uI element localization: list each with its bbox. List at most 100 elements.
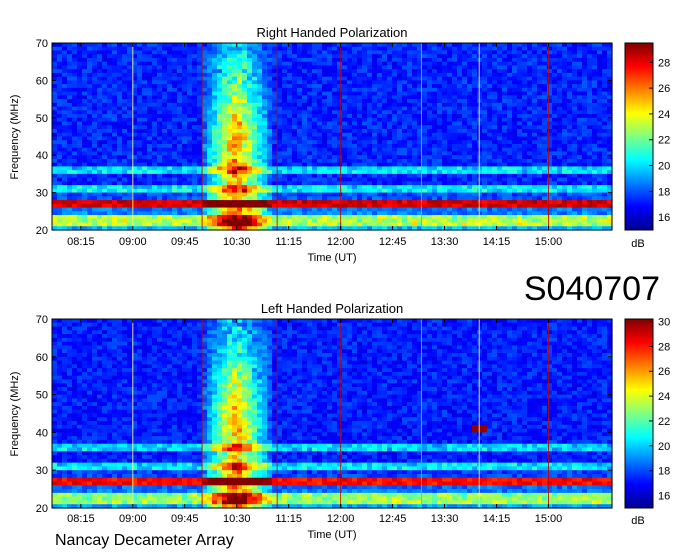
heatmap-cell xyxy=(562,69,568,74)
heatmap-cell xyxy=(457,177,463,182)
heatmap-cell xyxy=(232,106,238,111)
heatmap-cell xyxy=(287,158,293,164)
heatmap-cell xyxy=(177,132,183,138)
heatmap-cell xyxy=(422,203,428,209)
heatmap-cell xyxy=(432,50,438,55)
heatmap-cell xyxy=(327,177,333,182)
heatmap-cell xyxy=(442,65,448,70)
heatmap-cell xyxy=(387,102,393,108)
heatmap-cell xyxy=(52,185,58,190)
heatmap-cell xyxy=(602,143,608,149)
heatmap-cell xyxy=(447,188,453,194)
heatmap-cell xyxy=(487,140,493,145)
heatmap-cell xyxy=(552,196,558,201)
heatmap-cell xyxy=(217,132,223,138)
heatmap-cell xyxy=(162,106,168,111)
heatmap-cell xyxy=(322,147,328,153)
heatmap-cell xyxy=(67,50,73,55)
heatmap-cell xyxy=(202,177,208,182)
heatmap-cell xyxy=(517,147,523,153)
heatmap-cell xyxy=(92,162,98,168)
heatmap-cell xyxy=(257,143,263,149)
heatmap-cell xyxy=(167,84,173,89)
heatmap-cell xyxy=(307,181,313,186)
heatmap-cell xyxy=(457,110,463,115)
heatmap-cell xyxy=(152,173,158,179)
heatmap-cell xyxy=(97,151,103,156)
heatmap-cell xyxy=(582,203,588,209)
heatmap-cell xyxy=(517,106,523,111)
heatmap-cell xyxy=(262,69,268,74)
heatmap-cell xyxy=(552,46,558,52)
heatmap-cell xyxy=(482,69,488,74)
heatmap-cell xyxy=(552,114,558,119)
heatmap-cell xyxy=(222,84,228,89)
heatmap-cell xyxy=(312,54,318,59)
heatmap-cell xyxy=(387,143,393,149)
heatmap-cell xyxy=(482,155,488,160)
heatmap-cell xyxy=(392,110,398,115)
heatmap-cell xyxy=(602,132,608,138)
heatmap-cell xyxy=(352,196,358,201)
heatmap-cell xyxy=(137,188,143,194)
heatmap-cell xyxy=(487,147,493,153)
heatmap-cell xyxy=(342,80,348,85)
heatmap-cell xyxy=(207,166,213,171)
heatmap-cell xyxy=(232,129,238,134)
heatmap-cell xyxy=(102,125,108,130)
heatmap-cell xyxy=(92,69,98,74)
heatmap-cell xyxy=(477,162,483,168)
heatmap-cell xyxy=(552,57,558,63)
heatmap-cell xyxy=(357,166,363,171)
heatmap-cell xyxy=(457,181,463,186)
heatmap-cell xyxy=(457,192,463,197)
heatmap-cell xyxy=(237,173,243,179)
heatmap-cell xyxy=(217,155,223,160)
heatmap-cell xyxy=(347,181,353,186)
heatmap-cell xyxy=(412,121,418,126)
heatmap-cell xyxy=(242,132,248,138)
heatmap-cell xyxy=(207,151,213,156)
heatmap-cell xyxy=(437,46,443,52)
heatmap-cell xyxy=(252,140,258,145)
heatmap-cell xyxy=(167,76,173,81)
heatmap-cell xyxy=(87,166,93,171)
heatmap-cell xyxy=(192,95,198,100)
heatmap-cell xyxy=(162,80,168,85)
heatmap-cell xyxy=(442,140,448,145)
heatmap-cell xyxy=(122,65,128,70)
heatmap-cell xyxy=(292,147,298,153)
heatmap-cell xyxy=(267,207,273,212)
heatmap-cell xyxy=(122,61,128,67)
heatmap-cell xyxy=(452,46,458,52)
heatmap-cell xyxy=(127,203,133,209)
heatmap-cell xyxy=(107,203,113,209)
heatmap-cell xyxy=(427,173,433,179)
heatmap-cell xyxy=(97,181,103,186)
heatmap-cell xyxy=(452,170,458,175)
heatmap-cell xyxy=(352,162,358,168)
heatmap-cell xyxy=(337,136,343,141)
heatmap-cell xyxy=(562,173,568,179)
heatmap-cell xyxy=(552,143,558,149)
heatmap-cell xyxy=(497,50,503,55)
heatmap-cell xyxy=(407,65,413,70)
heatmap-cell xyxy=(477,43,483,48)
heatmap-cell xyxy=(542,143,548,149)
heatmap-cell xyxy=(412,181,418,186)
heatmap-cell xyxy=(387,61,393,67)
heatmap-cell xyxy=(442,110,448,115)
heatmap-cell xyxy=(412,185,418,190)
heatmap-cell xyxy=(162,87,168,93)
heatmap-cell xyxy=(212,166,218,171)
heatmap-cell xyxy=(372,158,378,164)
heatmap-cell xyxy=(307,140,313,145)
heatmap-cell xyxy=(347,203,353,209)
heatmap-cell xyxy=(67,102,73,108)
heatmap-cell xyxy=(247,207,253,212)
heatmap-cell xyxy=(252,173,258,179)
heatmap-cell xyxy=(232,61,238,67)
heatmap-cell xyxy=(537,151,543,156)
heatmap-cell xyxy=(547,95,553,100)
heatmap-cell xyxy=(227,162,233,168)
